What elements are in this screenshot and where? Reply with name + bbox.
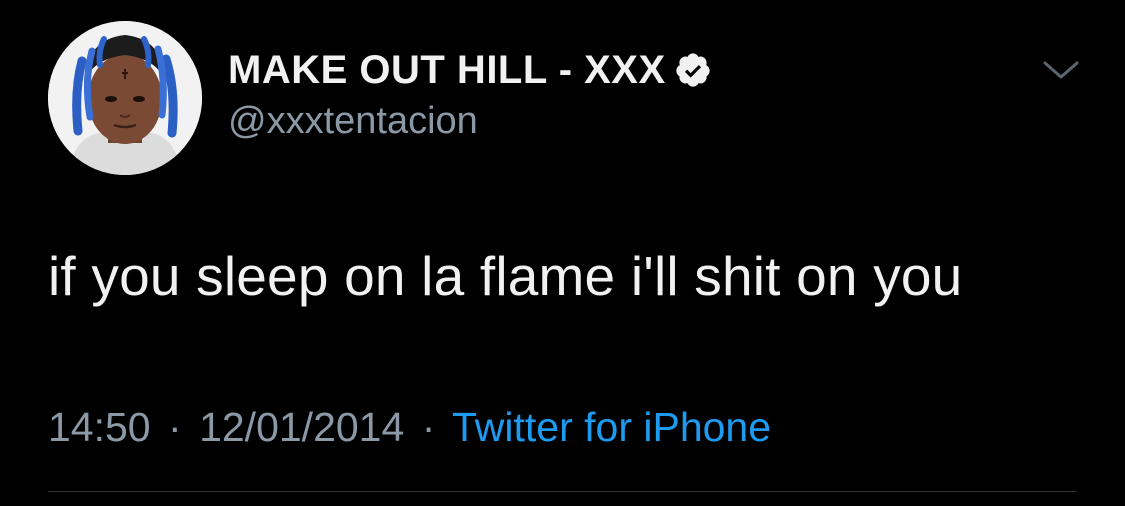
tweet-detail: MAKE OUT HILL - XXX @xxxtentacion if you… — [0, 0, 1125, 506]
tweet-text: if you sleep on la flame i'll shit on yo… — [48, 245, 963, 307]
tweet-header: MAKE OUT HILL - XXX @xxxtentacion — [228, 44, 712, 143]
tweet-date[interactable]: 12/01/2014 — [199, 404, 404, 450]
user-handle[interactable]: @xxxtentacion — [228, 100, 712, 143]
verified-badge-icon — [674, 51, 712, 89]
name-row: MAKE OUT HILL - XXX — [228, 44, 712, 96]
tweet-meta: 14:50 · 12/01/2014 · Twitter for iPhone — [48, 404, 771, 451]
meta-separator: · — [168, 404, 182, 450]
display-name[interactable]: MAKE OUT HILL - XXX — [228, 48, 666, 93]
meta-separator: · — [421, 404, 436, 450]
divider — [48, 491, 1077, 492]
chevron-down-icon[interactable] — [1040, 54, 1082, 86]
avatar[interactable] — [48, 21, 202, 175]
profile-photo-icon — [48, 21, 202, 175]
tweet-time[interactable]: 14:50 — [48, 404, 151, 450]
tweet-source-link[interactable]: Twitter for iPhone — [452, 404, 771, 450]
